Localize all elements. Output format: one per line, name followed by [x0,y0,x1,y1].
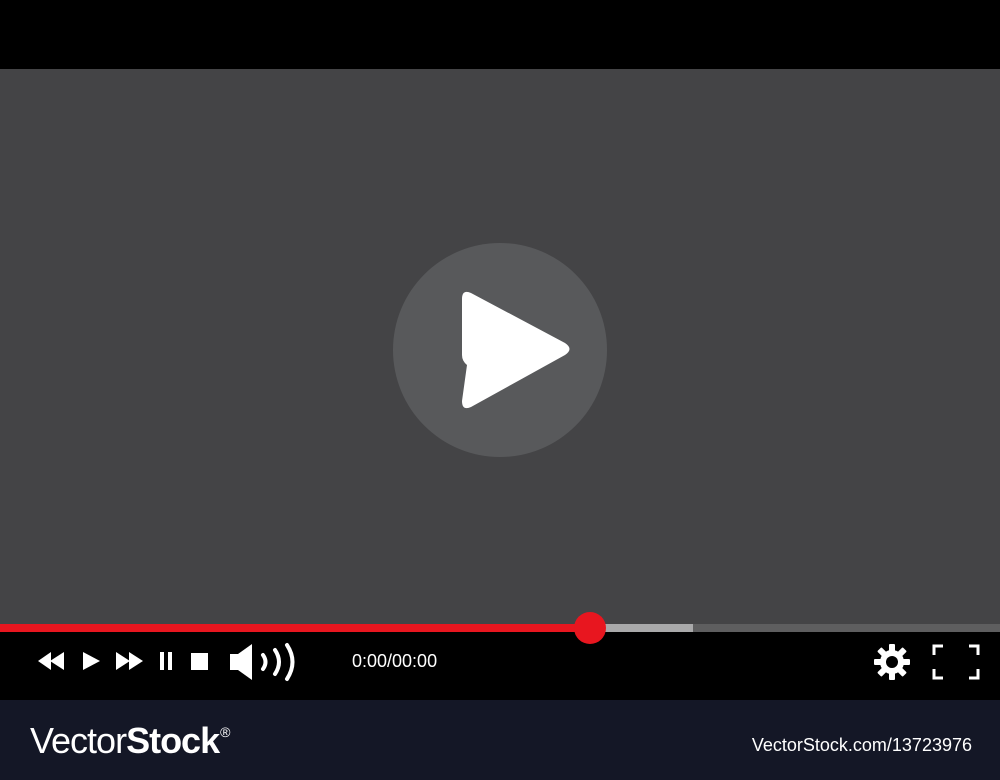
image-id-text: VectorStock.com/13723976 [751,735,972,755]
gear-icon[interactable] [874,644,910,680]
logo-text-vector: Vector [30,720,127,761]
registered-mark: ® [220,724,230,740]
vectorstock-logo: VectorStock® [30,720,230,762]
pause-icon[interactable] [158,652,174,670]
rewind-icon[interactable] [38,652,66,670]
fast-forward-icon[interactable] [116,652,144,670]
control-bar: 0:00/00:00 [0,612,1000,700]
volume-icon[interactable] [228,642,302,682]
video-viewport[interactable] [0,69,1000,624]
play-icon[interactable] [82,652,100,670]
big-play-button[interactable] [393,243,607,457]
top-letterbox-bar [0,0,1000,69]
watermark-footer: VectorStock® VectorStock.com/13723976 [0,700,1000,780]
progress-scrubber-handle[interactable] [574,612,606,644]
fullscreen-icon[interactable] [932,644,980,680]
progress-played [0,624,590,632]
play-icon [462,291,570,409]
time-display: 0:00/00:00 [352,651,438,671]
logo-text-stock: Stock [126,720,220,761]
stop-icon[interactable] [191,653,208,670]
progress-bar[interactable] [0,612,1000,644]
